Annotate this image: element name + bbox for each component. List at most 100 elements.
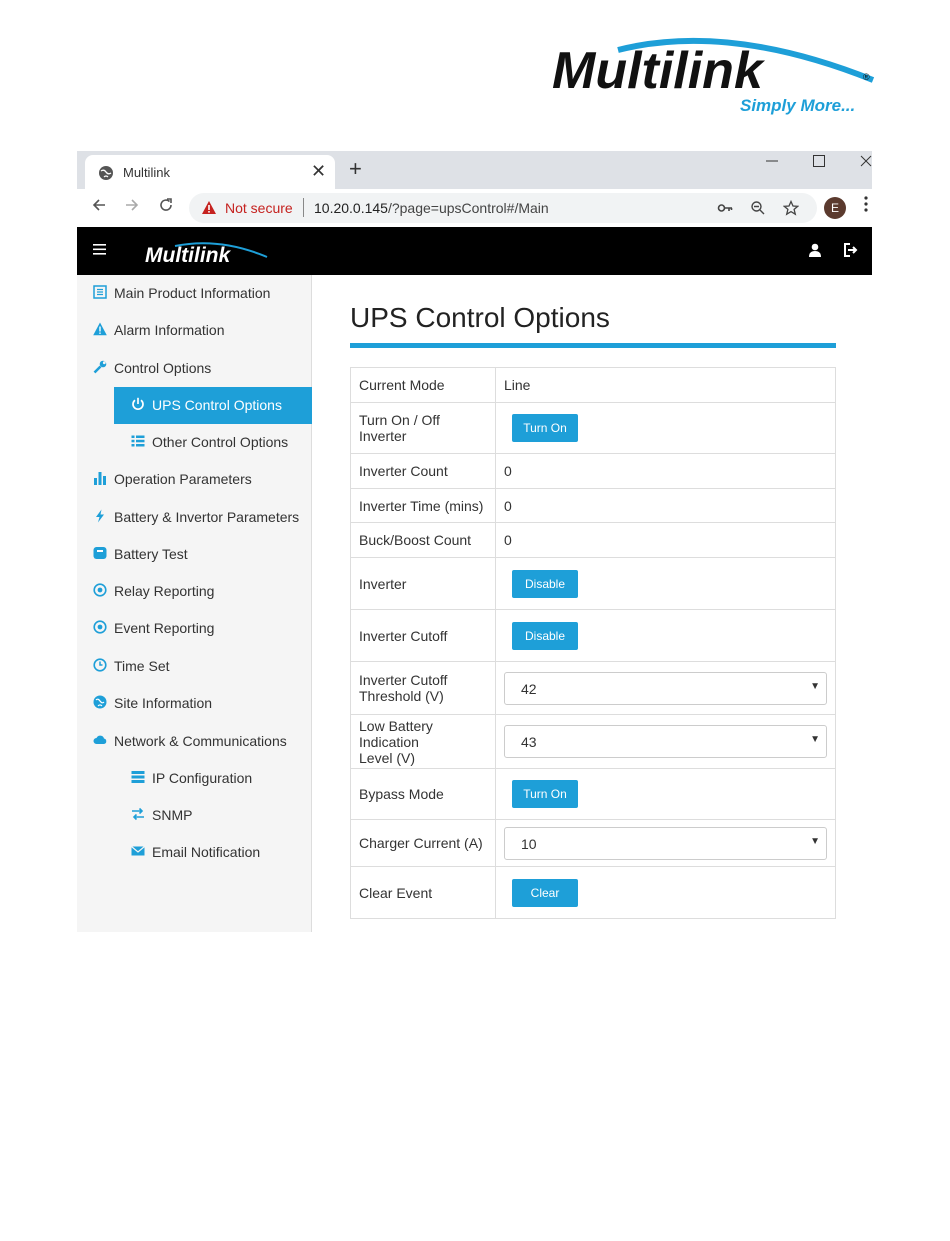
current-mode-value: Line	[495, 367, 836, 403]
chevron-down-icon: ▼	[810, 680, 820, 692]
sidebar-item-main-product-information[interactable]: Main Product Information	[77, 275, 312, 312]
sidebar-item-relay-reporting[interactable]: Relay Reporting	[77, 573, 312, 610]
security-label[interactable]: Not secure	[225, 200, 293, 216]
inverter-time-value: 0	[495, 488, 836, 523]
sidebar-item-label: Control Options	[114, 360, 212, 376]
sidebar-item-label: Alarm Information	[114, 322, 225, 338]
table-row: Buck/Boost Count 0	[350, 522, 836, 558]
sidebar-item-operation-parameters[interactable]: Operation Parameters	[77, 461, 312, 498]
sidebar-item-time-set[interactable]: Time Set	[77, 648, 312, 685]
app-logo[interactable]: Multilink	[145, 240, 270, 271]
ups-control-table: Current Mode Line Turn On / Off Inverter…	[350, 367, 836, 919]
address-bar[interactable]: Not secure 10.20.0.145/?page=upsControl#…	[189, 193, 817, 223]
sidebar-item-label: Main Product Information	[114, 285, 271, 301]
warning-icon	[201, 200, 217, 220]
sidebar-item-ip-configuration[interactable]: IP Configuration	[77, 760, 312, 797]
row-label: Low Battery Indication Level (V)	[350, 714, 496, 769]
inverter-cutoff-disable-button[interactable]: Disable	[512, 621, 578, 650]
row-label: Bypass Mode	[350, 768, 496, 820]
new-tab-button[interactable]: +	[349, 156, 362, 182]
envelope-icon	[131, 844, 145, 858]
turn-on-inverter-button[interactable]: Turn On	[512, 414, 578, 442]
app-header: Multilink	[77, 227, 872, 275]
sidebar-item-label: Network & Communications	[114, 733, 287, 749]
sidebar-item-email-notification[interactable]: Email Notification	[77, 834, 312, 871]
sidebar-item-control-options[interactable]: Control Options	[77, 350, 312, 387]
row-label: Buck/Boost Count	[350, 522, 496, 558]
reload-icon[interactable]	[158, 197, 174, 218]
list-bullets-icon	[131, 434, 145, 448]
wrench-icon	[93, 360, 107, 374]
chevron-down-icon: ▼	[810, 734, 820, 745]
table-row: Inverter Cutoff Threshold (V) 42 ▼	[350, 661, 836, 715]
sidebar-item-other-control-options[interactable]: Other Control Options	[77, 424, 312, 461]
table-row: Current Mode Line	[350, 367, 836, 403]
url-path: /?page=upsControl#/Main	[387, 200, 549, 216]
browser-menu-icon[interactable]	[863, 195, 869, 218]
globe-icon	[98, 165, 114, 181]
table-row: Turn On / Off Inverter Turn On	[350, 402, 836, 454]
row-label: Inverter Count	[350, 453, 496, 489]
svg-text:®: ®	[863, 72, 870, 82]
star-icon[interactable]	[782, 199, 800, 221]
sidebar-item-event-reporting[interactable]: Event Reporting	[77, 610, 312, 647]
row-label: Current Mode	[350, 367, 496, 403]
table-row: Inverter Time (mins) 0	[350, 488, 836, 523]
back-icon[interactable]	[91, 197, 107, 218]
table-row: Low Battery Indication Level (V) 43 ▼	[350, 714, 836, 769]
bypass-mode-turn-on-button[interactable]: Turn On	[512, 780, 578, 808]
title-underline	[350, 343, 836, 348]
clear-event-button[interactable]: Clear	[512, 878, 578, 907]
select-value: 10	[521, 835, 537, 852]
row-label-line1: Inverter Cutoff	[359, 672, 448, 688]
logout-icon[interactable]	[843, 243, 858, 262]
sidebar-item-site-information[interactable]: Site Information	[77, 685, 312, 722]
inverter-count-value: 0	[495, 453, 836, 489]
key-icon[interactable]	[717, 200, 733, 221]
sidebar-item-label: Operation Parameters	[114, 471, 252, 487]
low-battery-level-select[interactable]: 43 ▼	[504, 725, 827, 758]
brand-logo: Multilink ® Simply More...	[548, 30, 878, 120]
url-host: 10.20.0.145	[314, 200, 388, 216]
sidebar-item-battery-test[interactable]: Battery Test	[77, 536, 312, 573]
sidebar-item-label: Time Set	[114, 658, 170, 674]
sidebar-item-label: IP Configuration	[152, 770, 253, 786]
browser-tab[interactable]: Multilink ✕	[85, 155, 335, 189]
sidebar-item-battery-invertor-parameters[interactable]: Battery & Invertor Parameters	[77, 499, 312, 536]
sidebar-item-snmp[interactable]: SNMP	[77, 797, 312, 834]
browser-window: Multilink ✕ + Not secure 10.20.0.145/?pa…	[77, 151, 872, 932]
cutoff-threshold-select[interactable]: 42 ▼	[504, 671, 827, 705]
close-window-icon[interactable]	[859, 153, 872, 174]
url-text[interactable]: 10.20.0.145/?page=upsControl#/Main	[314, 200, 549, 216]
brand-name: Multilink	[552, 42, 766, 100]
main-content: UPS Control Options Current Mode Line Tu…	[312, 275, 872, 932]
brand-tagline: Simply More...	[740, 96, 855, 115]
profile-avatar[interactable]: E	[824, 197, 846, 219]
close-tab-icon[interactable]: ✕	[311, 161, 326, 182]
select-value: 43	[521, 734, 537, 750]
charger-current-select[interactable]: 10 ▼	[504, 826, 827, 860]
page-title: UPS Control Options	[350, 302, 610, 333]
clock-icon	[93, 658, 107, 672]
sidebar-item-label: Battery & Invertor Parameters	[114, 509, 300, 525]
row-label: Inverter Time (mins)	[350, 488, 496, 523]
sidebar-item-alarm-information[interactable]: Alarm Information	[77, 312, 312, 349]
sidebar-item-network-communications[interactable]: Network & Communications	[77, 723, 312, 760]
sidebar-item-ups-control-options[interactable]: UPS Control Options	[114, 387, 312, 424]
table-row: Bypass Mode Turn On	[350, 768, 836, 820]
omnibox-separator	[303, 198, 304, 217]
sidebar-item-label: Other Control Options	[152, 434, 289, 450]
sidebar: Main Product Information Alarm Informati…	[77, 275, 312, 932]
list-icon	[93, 285, 107, 299]
zoom-icon[interactable]	[750, 200, 766, 221]
minimize-icon[interactable]	[765, 153, 779, 174]
hamburger-menu-icon[interactable]	[93, 239, 107, 262]
sidebar-item-label: Event Reporting	[114, 620, 215, 636]
maximize-icon[interactable]	[812, 153, 826, 174]
chevron-down-icon: ▼	[810, 835, 820, 847]
bar-chart-icon	[93, 471, 107, 485]
inverter-disable-button[interactable]: Disable	[512, 569, 578, 598]
battery-test-icon	[93, 546, 107, 560]
forward-icon[interactable]	[124, 197, 140, 218]
user-icon[interactable]	[808, 243, 822, 262]
